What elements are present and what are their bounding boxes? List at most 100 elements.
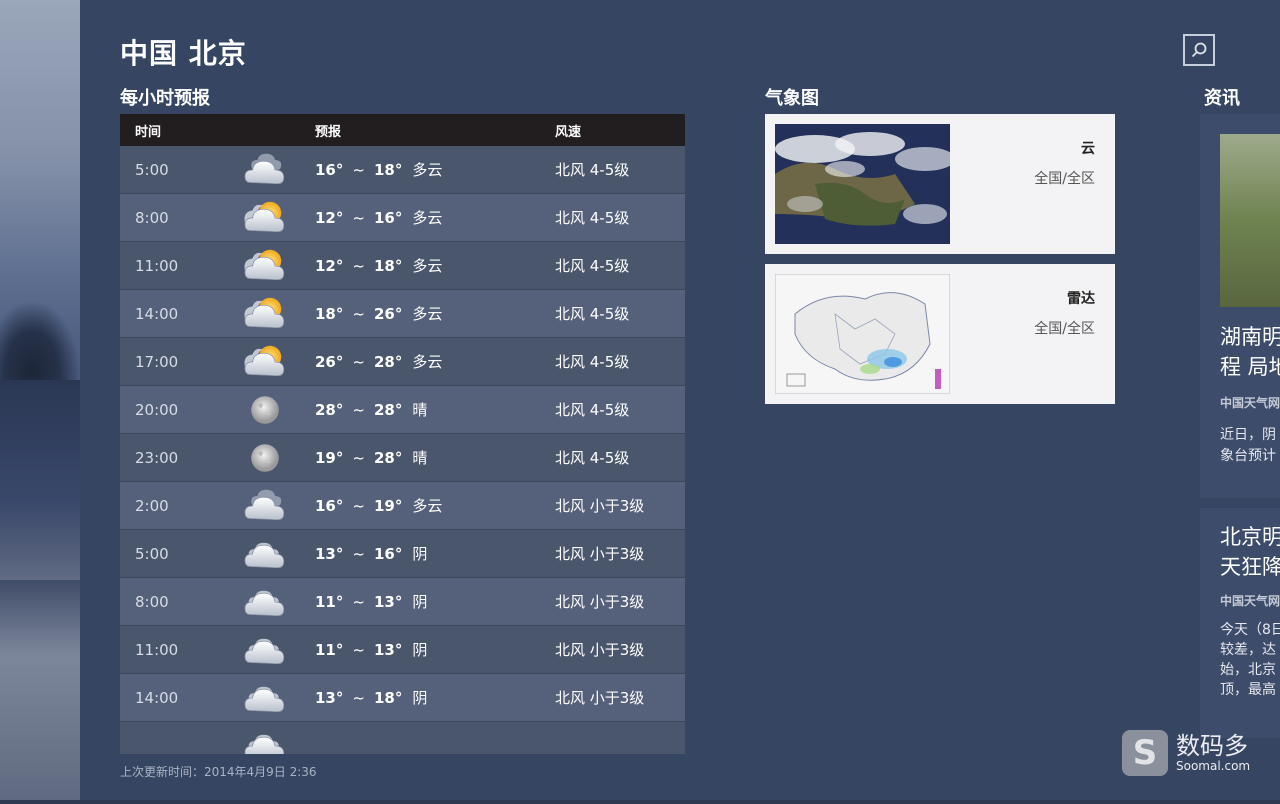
row-temperature [315, 737, 555, 755]
table-row: 14:00 13° ~18° 阴 北风 小于3级 [120, 674, 685, 722]
overcast-icon [215, 531, 315, 577]
row-wind: 北风 小于3级 [555, 545, 645, 563]
row-time: 23:00 [135, 448, 179, 467]
temp-low: 12° [315, 209, 344, 227]
temp-high: 28° [373, 401, 403, 419]
temp-high: 18° [373, 161, 403, 179]
page-title: 中国 北京 [120, 37, 247, 70]
table-row: 11:00 11° ~13° 阴 北风 小于3级 [120, 626, 685, 674]
watermark-text-cn: 数码多 [1176, 732, 1248, 760]
row-temperature: 13° ~18° 阴 [315, 687, 555, 708]
row-time: 14:00 [135, 304, 179, 323]
temp-low: 19° [315, 449, 344, 467]
temp-separator: ~ [352, 689, 365, 707]
row-temperature: 11° ~13° 阴 [315, 591, 555, 612]
temp-high: 26° [373, 305, 403, 323]
search-icon [1191, 42, 1207, 58]
moon-icon [215, 437, 315, 479]
row-wind: 北风 4-5级 [555, 257, 630, 275]
temp-high: 18° [373, 257, 403, 275]
temp-low: 11° [315, 593, 344, 611]
news-source: 中国天气网 [1220, 594, 1280, 608]
temp-low: 12° [315, 257, 344, 275]
background-hill [0, 380, 80, 580]
last-updated-text: 上次更新时间：2014年4月9日 2:36 [120, 765, 317, 779]
cloud-map-card[interactable]: 云 全国/全区 [765, 114, 1115, 254]
row-condition: 多云 [412, 353, 443, 371]
row-condition: 多云 [412, 305, 443, 323]
temp-high: 13° [373, 641, 403, 659]
table-row: 23:00 19° ~28° 晴 北风 4-5级 [120, 434, 685, 482]
temp-low: 16° [315, 161, 344, 179]
row-temperature: 16° ~18° 多云 [315, 159, 555, 180]
row-temperature: 12° ~18° 多云 [315, 255, 555, 276]
news-card[interactable]: 湖南明 程 局地 中国天气网 近日，阴 象台预计 [1200, 114, 1280, 498]
news-card[interactable]: 北京明 天狂降 中国天气网 今天（8日 较差，达 始，北京 顶，最高 [1200, 508, 1280, 738]
row-time: 2:00 [135, 496, 169, 515]
news-body: 今天（8日 较差，达 始，北京 顶，最高 [1220, 622, 1280, 698]
row-temperature: 18° ~26° 多云 [315, 303, 555, 324]
temp-low: 26° [315, 353, 344, 371]
temp-low: 13° [315, 689, 344, 707]
temp-low: 13° [315, 545, 344, 563]
background-image-strip [0, 0, 80, 800]
table-row [120, 722, 685, 754]
row-time: 17:00 [135, 352, 179, 371]
radar-map-card[interactable]: 雷达 全国/全区 [765, 264, 1115, 404]
temp-high: 28° [373, 353, 403, 371]
table-row: 5:00 13° ~16° 阴 北风 小于3级 [120, 530, 685, 578]
news-column: 湖南明 程 局地 中国天气网 近日，阴 象台预计 北京明 天狂降 中国天气网 今… [1200, 114, 1280, 804]
news-source: 中国天气网 [1220, 396, 1280, 410]
temp-separator: ~ [352, 401, 365, 419]
row-time: 14:00 [135, 688, 179, 707]
temp-separator: ~ [352, 641, 365, 659]
row-condition: 多云 [412, 209, 443, 227]
overcast-icon [215, 627, 315, 673]
row-condition: 晴 [412, 401, 428, 419]
news-body: 近日，阴 象台预计 [1220, 427, 1276, 464]
temp-high: 19° [373, 497, 403, 515]
table-row: 8:00 11° ~13° 阴 北风 小于3级 [120, 578, 685, 626]
map-region: 全国/全区 [1034, 171, 1095, 187]
temp-separator: ~ [352, 209, 365, 227]
temp-high: 13° [373, 593, 403, 611]
watermark: S 数码多 Soomal.com [1122, 730, 1250, 776]
news-headline: 湖南明 程 局地 [1220, 325, 1280, 379]
watermark-text-en: Soomal.com [1176, 759, 1251, 773]
news-headline: 北京明 天狂降 [1220, 525, 1280, 579]
row-time: 8:00 [135, 208, 169, 227]
map-name: 云 [1081, 141, 1095, 157]
table-body: 5:00 16° ~18° 多云 北风 4-5级 8:00 12° ~16° 多云 北风 4-5级… [120, 146, 685, 754]
row-time: 8:00 [135, 592, 169, 611]
header-wind: 风速 [555, 124, 582, 140]
partly-cloudy-icon [215, 195, 315, 241]
search-button[interactable] [1183, 34, 1215, 66]
table-row: 11:00 12° ~18° 多云 北风 4-5级 [120, 242, 685, 290]
temp-separator: ~ [352, 353, 365, 371]
row-time: 20:00 [135, 400, 179, 419]
temp-low: 11° [315, 641, 344, 659]
cloud-icon [215, 483, 315, 529]
row-condition: 阴 [412, 689, 428, 707]
row-wind: 北风 小于3级 [555, 689, 645, 707]
row-wind: 北风 4-5级 [555, 401, 630, 419]
row-temperature: 26° ~28° 多云 [315, 351, 555, 372]
row-time: 11:00 [135, 256, 179, 275]
row-wind: 北风 4-5级 [555, 209, 630, 227]
table-row: 8:00 12° ~16° 多云 北风 4-5级 [120, 194, 685, 242]
overcast-icon [215, 675, 315, 721]
row-condition: 多云 [412, 161, 443, 179]
temp-separator: ~ [352, 305, 365, 323]
table-row: 20:00 28° ~28° 晴 北风 4-5级 [120, 386, 685, 434]
temp-low: 16° [315, 497, 344, 515]
cloud-map-label: 云 全国/全区 [1034, 138, 1095, 188]
news-photo [1220, 134, 1280, 307]
row-temperature: 28° ~28° 晴 [315, 399, 555, 420]
temp-separator: ~ [352, 545, 365, 563]
row-time: 5:00 [135, 544, 169, 563]
hourly-forecast-table[interactable]: 时间 预报 风速 5:00 16° ~18° 多云 北风 4-5级 8:00 12° ~16°… [120, 114, 685, 754]
temp-low: 28° [315, 401, 344, 419]
watermark-logo: S [1122, 730, 1168, 776]
header-time: 时间 [135, 124, 162, 140]
partly-cloudy-icon [215, 243, 315, 289]
